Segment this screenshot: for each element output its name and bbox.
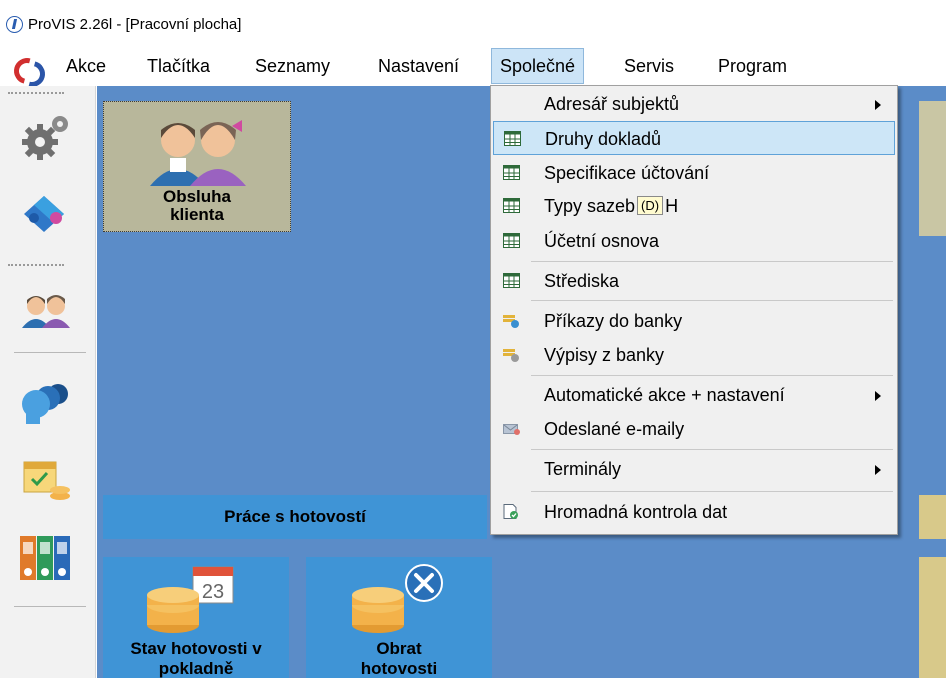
spolecne-dropdown-menu: Adresář subjektů Druhy dokladů Specifika… [490, 85, 898, 535]
right-section-partial [919, 495, 946, 539]
menu-item-specifikace-uctovani[interactable]: Specifikace účtování [493, 156, 895, 190]
menu-item-label: Příkazy do banky [544, 311, 683, 331]
cash-balance-label-line2: pokladně [158, 659, 234, 678]
client-service-tile[interactable]: Obsluha klienta [103, 101, 291, 232]
menu-item-hromadna-kontrola[interactable]: Hromadná kontrola dat [493, 495, 895, 529]
menu-item-label: Střediska [544, 271, 620, 291]
gears-icon[interactable] [18, 110, 74, 162]
binders-icon[interactable] [18, 532, 74, 584]
toolbar-separator [14, 352, 86, 353]
menu-item-typy-sazeb[interactable]: Typy sazeb (D) H [493, 189, 895, 223]
menu-item-label: Specifikace účtování [544, 163, 710, 183]
cash-balance-tile[interactable]: 23 Stav hotovosti v pokladně [103, 557, 289, 678]
group-heads-icon[interactable] [18, 376, 74, 428]
cash-section-header: Práce s hotovostí [103, 495, 487, 539]
menu-nastaveni[interactable]: Nastavení [370, 48, 467, 84]
menu-item-label: Terminály [544, 459, 622, 479]
menu-item-label: Odeslané e-maily [544, 419, 685, 439]
shortcut-tooltip: (D) [637, 196, 664, 215]
menu-separator [531, 491, 893, 492]
window-title: ProVIS 2.26l - [Pracovní plocha] [28, 16, 242, 33]
coins-calendar-icon: 23 [147, 566, 234, 633]
menu-item-label: Účetní osnova [544, 231, 660, 251]
menu-item-label-main: Typy sazeb [544, 196, 636, 216]
provis-logo-icon[interactable] [14, 56, 36, 78]
cash-section-title: Práce s hotovostí [224, 507, 366, 526]
menu-item-label: Hromadná kontrola dat [544, 502, 728, 522]
cash-balance-label: Stav hotovosti v pokladně [103, 639, 289, 678]
toolbar-grip[interactable] [8, 92, 64, 94]
right-tile-partial-2[interactable] [919, 557, 946, 678]
menu-akce[interactable]: Akce [58, 48, 114, 84]
menu-item-label: Typy sazeb (D) H [544, 189, 678, 223]
menu-item-label: Výpisy z banky [544, 345, 665, 365]
cash-turnover-label: Obrat hotovosti [306, 639, 492, 678]
title-bar: ProVIS 2.26l - [Pracovní plocha] [0, 0, 946, 44]
menu-program[interactable]: Program [710, 48, 795, 84]
menu-spolecne[interactable]: Společné [491, 48, 585, 84]
menu-item-vypisy-z-banky[interactable]: Výpisy z banky [493, 338, 895, 372]
submenu-arrow-icon [875, 465, 881, 475]
bank-order-icon [503, 313, 520, 328]
menu-bar: Akce Tlačítka Seznamy Nastavení Společné… [0, 48, 946, 84]
submenu-arrow-icon [875, 100, 881, 110]
menu-item-druhy-dokladu[interactable]: Druhy dokladů [493, 121, 895, 155]
envelope-icon [503, 421, 520, 436]
menu-separator [531, 261, 893, 262]
table-icon [503, 233, 520, 248]
cash-balance-label-line1: Stav hotovosti v [130, 639, 262, 658]
calendar-coins-icon[interactable] [18, 454, 74, 506]
menu-item-adresar-subjektu[interactable]: Adresář subjektů [493, 87, 895, 121]
menu-item-label: Druhy dokladů [545, 129, 662, 149]
toolbar-grip-2[interactable] [8, 264, 64, 266]
coins-tools-icon [352, 564, 443, 633]
cash-turnover-label-line1: Obrat [376, 639, 422, 658]
cash-turnover-tile[interactable]: Obrat hotovosti [306, 557, 492, 678]
bank-statement-icon [503, 347, 520, 362]
menu-separator [531, 375, 893, 376]
calendar-day-text: 23 [202, 581, 224, 603]
data-check-icon [503, 504, 520, 519]
cash-turnover-label-line2: hotovosti [360, 659, 438, 678]
menu-item-label: Adresář subjektů [544, 94, 680, 114]
menu-separator [531, 449, 893, 450]
menu-item-strediska[interactable]: Střediska [493, 264, 895, 298]
menu-item-odeslane-emaily[interactable]: Odeslané e-maily [493, 412, 895, 446]
client-service-label-line2: klienta [170, 205, 224, 224]
menu-separator [531, 300, 893, 301]
table-icon [503, 198, 520, 213]
menu-tlacitka[interactable]: Tlačítka [139, 48, 218, 84]
right-tile-partial[interactable] [919, 101, 946, 236]
menu-item-prikazy-do-banky[interactable]: Příkazy do banky [493, 304, 895, 338]
menu-servis[interactable]: Servis [616, 48, 682, 84]
menu-seznamy[interactable]: Seznamy [247, 48, 338, 84]
table-icon [503, 165, 520, 180]
table-icon [503, 273, 520, 288]
menu-item-automaticke-akce[interactable]: Automatické akce + nastavení [493, 378, 895, 412]
table-icon [504, 131, 521, 146]
provis-app-icon [6, 16, 23, 33]
menu-item-terminaly[interactable]: Terminály [493, 452, 895, 486]
submenu-arrow-icon [875, 391, 881, 401]
people-icon[interactable] [18, 284, 74, 336]
clients-icon [150, 120, 246, 186]
menu-item-label: Automatické akce + nastavení [544, 385, 785, 405]
left-toolbar [0, 86, 96, 678]
client-service-label-line1: Obsluha [162, 187, 231, 206]
toolbar-separator-2 [14, 606, 86, 607]
puzzle-icon[interactable] [18, 188, 74, 240]
client-service-label: Obsluha klienta [104, 188, 290, 224]
menu-item-ucetni-osnova[interactable]: Účetní osnova [493, 224, 895, 258]
menu-item-label-trailing: H [665, 196, 679, 216]
